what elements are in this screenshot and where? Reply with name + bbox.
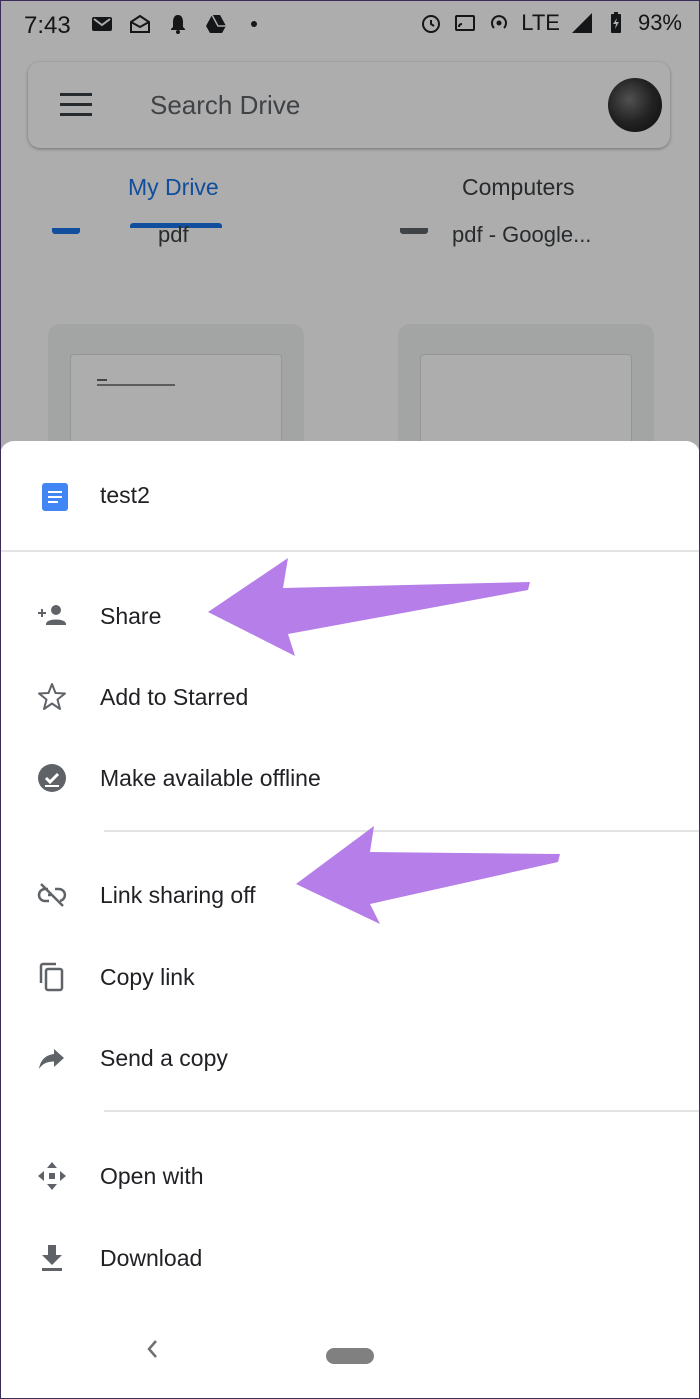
download-label: Download xyxy=(100,1245,203,1271)
star-outline-icon xyxy=(38,683,66,710)
person-add-icon xyxy=(38,605,66,625)
copy-icon xyxy=(39,962,64,992)
divider xyxy=(0,550,700,552)
share-button[interactable]: Share xyxy=(0,574,700,654)
system-nav-bar xyxy=(0,1309,700,1399)
file-actions-sheet: test2 Share Add to Starred Make availabl… xyxy=(0,441,700,1399)
file-title: test2 xyxy=(100,482,150,508)
back-chevron-icon[interactable] xyxy=(144,1337,162,1361)
copy-link-button[interactable]: Copy link xyxy=(0,935,700,1015)
offline-check-icon xyxy=(38,764,66,792)
open-with-label: Open with xyxy=(100,1163,204,1189)
divider xyxy=(104,1110,700,1112)
add-to-starred-label: Add to Starred xyxy=(100,684,249,710)
home-pill[interactable] xyxy=(326,1348,374,1364)
forward-arrow-icon xyxy=(39,1049,64,1069)
open-with-button[interactable]: Open with xyxy=(0,1134,700,1214)
dim-scrim[interactable] xyxy=(0,0,700,460)
make-available-offline-label: Make available offline xyxy=(100,765,321,791)
divider xyxy=(104,830,700,832)
make-available-offline-button[interactable]: Make available offline xyxy=(0,736,700,816)
download-icon xyxy=(42,1245,62,1271)
send-a-copy-label: Send a copy xyxy=(100,1045,228,1071)
google-docs-icon xyxy=(42,483,68,511)
send-a-copy-button[interactable]: Send a copy xyxy=(0,1016,700,1096)
link-sharing-off-button[interactable]: Link sharing off xyxy=(0,853,700,933)
download-button[interactable]: Download xyxy=(0,1216,700,1296)
open-with-icon xyxy=(38,1162,66,1190)
add-to-starred-button[interactable]: Add to Starred xyxy=(0,655,700,735)
link-sharing-off-label: Link sharing off xyxy=(100,882,256,908)
sheet-header: test2 xyxy=(0,441,700,551)
share-label: Share xyxy=(100,603,162,629)
link-off-icon xyxy=(37,883,67,907)
drive-app-background: 7:43 LTE 93% Search Drive My Drive Compu… xyxy=(0,0,700,460)
copy-link-label: Copy link xyxy=(100,964,195,990)
